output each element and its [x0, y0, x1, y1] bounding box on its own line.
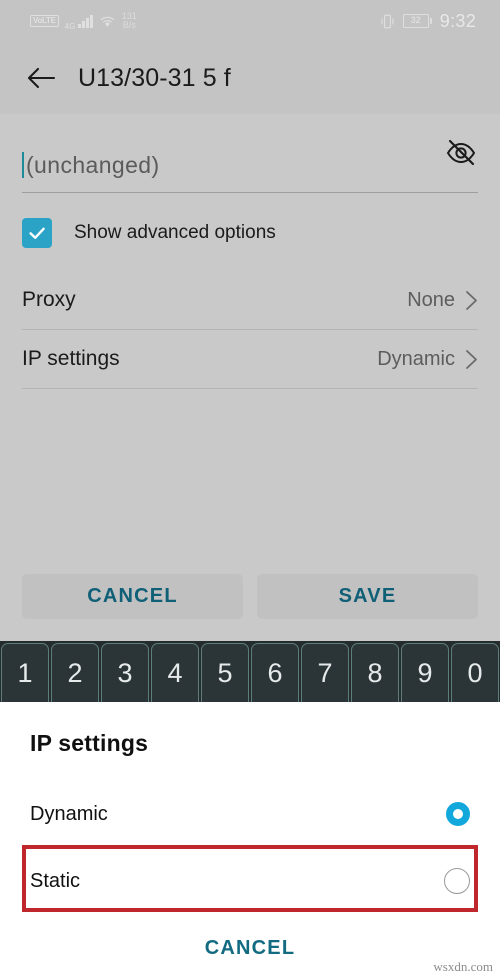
- ip-settings-dialog: IP settings Dynamic Static CANCEL: [0, 702, 500, 979]
- battery-icon: 32: [402, 14, 432, 28]
- settings-row-proxy[interactable]: Proxy None: [22, 271, 478, 330]
- back-arrow-icon[interactable]: [18, 55, 64, 101]
- clock-label: 9:32: [439, 10, 476, 31]
- vibrate-mode-icon: [380, 13, 395, 30]
- battery-cap: [429, 18, 432, 24]
- password-placeholder: (unchanged): [26, 151, 160, 178]
- dialog-option-dynamic[interactable]: Dynamic: [30, 786, 470, 842]
- show-advanced-options-checkbox[interactable]: [22, 218, 52, 248]
- phone-screen: VoLTE 4G 131 B/s 32 9:32 U13/30-31 5 f (…: [0, 0, 500, 979]
- keyboard-number-row: 1 2 3 4 5 6 7 8 9 0: [0, 641, 500, 703]
- key-6[interactable]: 6: [251, 643, 299, 703]
- watermark: wsxdn.com: [433, 959, 493, 974]
- key-0[interactable]: 0: [451, 643, 499, 703]
- ip-settings-value: Dynamic: [377, 347, 455, 370]
- proxy-value: None: [407, 288, 455, 311]
- show-advanced-options-row[interactable]: Show advanced options: [22, 211, 478, 255]
- key-9[interactable]: 9: [401, 643, 449, 703]
- key-2[interactable]: 2: [51, 643, 99, 703]
- proxy-value-group: None: [407, 289, 478, 312]
- key-1[interactable]: 1: [1, 643, 49, 703]
- key-5[interactable]: 5: [201, 643, 249, 703]
- save-button[interactable]: SAVE: [257, 574, 478, 619]
- ip-settings-value-group: Dynamic: [377, 348, 478, 371]
- password-field[interactable]: (unchanged): [22, 114, 478, 193]
- network-speed-indicator: 131 B/s: [122, 12, 137, 30]
- cancel-button[interactable]: CANCEL: [22, 574, 243, 619]
- show-advanced-options-label: Show advanced options: [74, 222, 276, 243]
- dialog-cancel-button[interactable]: CANCEL: [0, 937, 500, 960]
- check-icon: [29, 227, 45, 239]
- radio-selected-icon[interactable]: [446, 802, 470, 826]
- key-7[interactable]: 7: [301, 643, 349, 703]
- dialog-option-static-label: Static: [30, 869, 81, 892]
- ip-settings-label: IP settings: [22, 347, 120, 370]
- action-buttons: CANCEL SAVE: [22, 574, 478, 619]
- network-type-label: 4G: [64, 22, 76, 31]
- status-bar-left: VoLTE 4G 131 B/s: [30, 11, 137, 31]
- proxy-label: Proxy: [22, 288, 76, 311]
- signal-bars-icon: [78, 14, 93, 28]
- key-3[interactable]: 3: [101, 643, 149, 703]
- chevron-right-icon: [465, 290, 478, 311]
- battery-level-label: 32: [402, 14, 429, 28]
- settings-row-ip-settings[interactable]: IP settings Dynamic: [22, 330, 478, 389]
- status-bar: VoLTE 4G 131 B/s 32 9:32: [0, 0, 500, 42]
- text-caret: [22, 152, 24, 178]
- key-4[interactable]: 4: [151, 643, 199, 703]
- chevron-right-icon: [465, 349, 478, 370]
- page-title: U13/30-31 5 f: [78, 63, 231, 92]
- wifi-icon: [99, 15, 116, 28]
- volte-icon: VoLTE: [30, 15, 59, 27]
- status-bar-right: 32 9:32: [380, 0, 476, 42]
- dialog-option-static[interactable]: Static: [30, 853, 470, 909]
- network-speed-unit: B/s: [122, 20, 136, 30]
- eye-off-icon[interactable]: [444, 136, 478, 170]
- radio-unselected-icon[interactable]: [444, 868, 470, 894]
- app-bar: U13/30-31 5 f: [0, 42, 500, 114]
- dialog-option-dynamic-label: Dynamic: [30, 802, 108, 825]
- key-8[interactable]: 8: [351, 643, 399, 703]
- dialog-title: IP settings: [30, 730, 149, 756]
